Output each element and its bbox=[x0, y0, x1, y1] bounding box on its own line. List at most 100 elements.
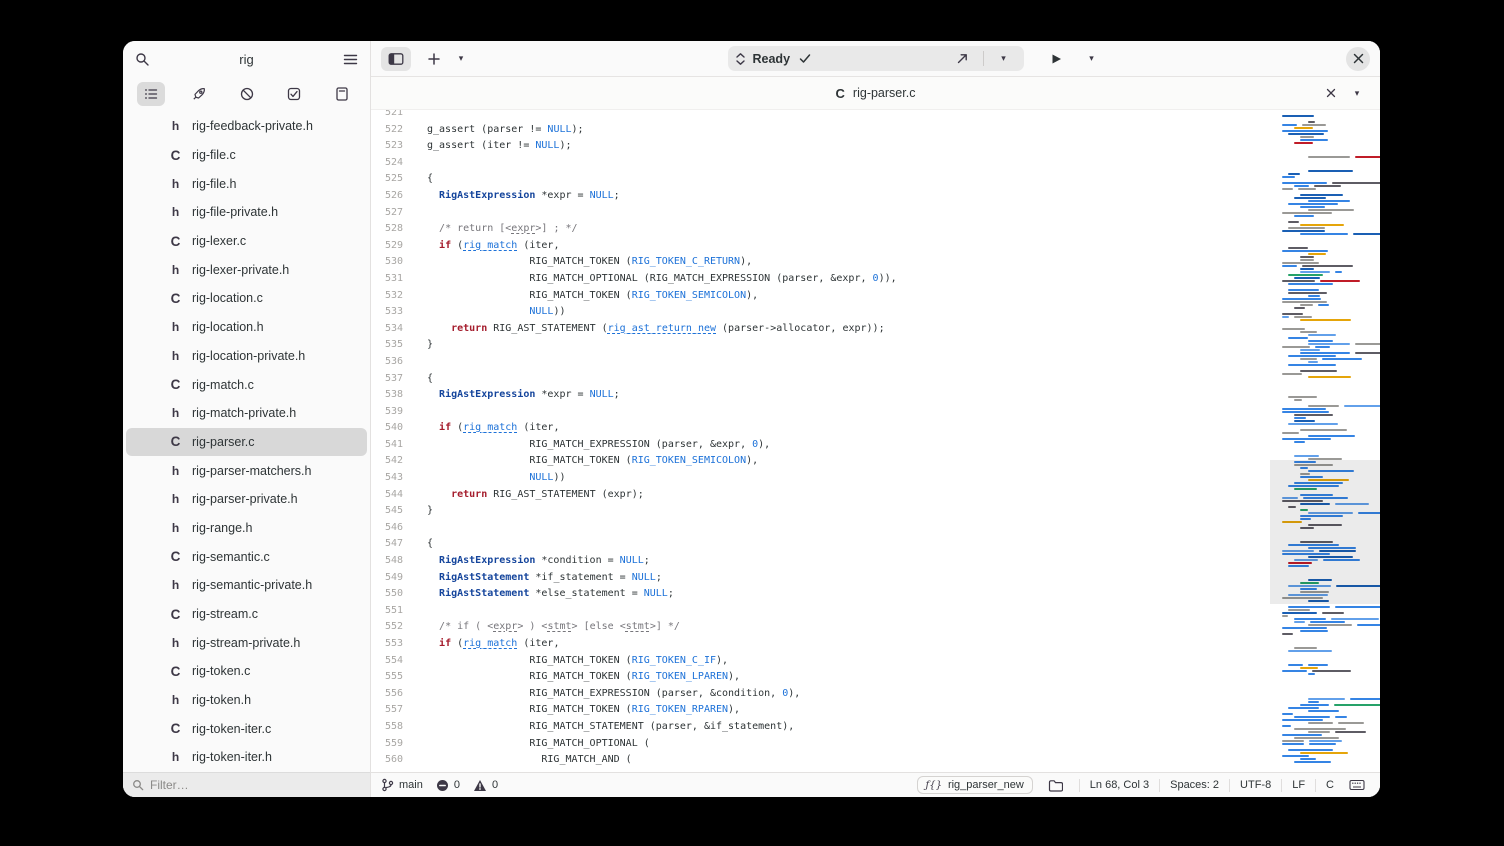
minimap-viewport[interactable] bbox=[1270, 460, 1380, 604]
error-count[interactable]: 0 bbox=[436, 779, 460, 792]
code-line[interactable]: 548 RigAstExpression *condition = NULL; bbox=[371, 553, 1270, 570]
play-icon[interactable] bbox=[1044, 47, 1070, 71]
line-number[interactable]: 531 bbox=[371, 271, 403, 288]
line-number[interactable]: 540 bbox=[371, 420, 403, 437]
line-number[interactable]: 528 bbox=[371, 221, 403, 238]
line-number[interactable]: 558 bbox=[371, 719, 403, 736]
file-list-item[interactable]: hrig-parser-matchers.h bbox=[123, 456, 370, 485]
code-line[interactable]: 543 NULL)) bbox=[371, 470, 1270, 487]
code-line[interactable]: 538 RigAstExpression *expr = NULL; bbox=[371, 387, 1270, 404]
file-list-item[interactable]: Crig-token-iter.c bbox=[123, 714, 370, 743]
code-line[interactable]: 521 bbox=[371, 110, 1270, 122]
line-number[interactable]: 536 bbox=[371, 354, 403, 371]
file-list-item[interactable]: hrig-file-private.h bbox=[123, 198, 370, 227]
code-line[interactable]: 528 /* return [<expr>] ; */ bbox=[371, 221, 1270, 238]
line-number[interactable]: 560 bbox=[371, 752, 403, 769]
chevron-down-icon[interactable]: ▾ bbox=[991, 47, 1017, 71]
search-icon[interactable] bbox=[135, 52, 150, 67]
code-line[interactable]: 541 RIG_MATCH_EXPRESSION (parser, &expr,… bbox=[371, 437, 1270, 454]
current-symbol-button[interactable]: ƒ{} rig_parser_new bbox=[917, 776, 1033, 794]
code-line[interactable]: 547{ bbox=[371, 536, 1270, 553]
toggle-sidebar-button[interactable] bbox=[381, 47, 411, 71]
code-line[interactable]: 539 bbox=[371, 404, 1270, 421]
chevron-down-icon[interactable]: ▾ bbox=[448, 47, 474, 71]
code-line[interactable]: 559 RIG_MATCH_OPTIONAL ( bbox=[371, 736, 1270, 753]
code-line[interactable]: 535} bbox=[371, 337, 1270, 354]
line-number[interactable]: 521 bbox=[371, 110, 403, 122]
encoding-setting[interactable]: UTF-8 bbox=[1240, 779, 1271, 791]
line-number[interactable]: 542 bbox=[371, 453, 403, 470]
code-line[interactable]: 556 RIG_MATCH_EXPRESSION (parser, &condi… bbox=[371, 686, 1270, 703]
code-line[interactable]: 527 bbox=[371, 205, 1270, 222]
code-line[interactable]: 551 bbox=[371, 603, 1270, 620]
line-number[interactable]: 522 bbox=[371, 122, 403, 139]
file-list-item[interactable]: hrig-feedback-private.h bbox=[123, 112, 370, 141]
file-list-item[interactable]: hrig-token-iter.h bbox=[123, 743, 370, 772]
line-number[interactable]: 534 bbox=[371, 321, 403, 338]
line-number[interactable]: 537 bbox=[371, 371, 403, 388]
cursor-position[interactable]: Ln 68, Col 3 bbox=[1090, 779, 1149, 791]
line-number[interactable]: 539 bbox=[371, 404, 403, 421]
line-number[interactable]: 546 bbox=[371, 520, 403, 537]
code-line[interactable]: 558 RIG_MATCH_STATEMENT (parser, &if_sta… bbox=[371, 719, 1270, 736]
code-line[interactable]: 542 RIG_MATCH_TOKEN (RIG_TOKEN_SEMICOLON… bbox=[371, 453, 1270, 470]
line-number[interactable]: 547 bbox=[371, 536, 403, 553]
line-number[interactable]: 533 bbox=[371, 304, 403, 321]
code-line[interactable]: 537{ bbox=[371, 371, 1270, 388]
file-list-item[interactable]: hrig-semantic-private.h bbox=[123, 571, 370, 600]
line-number[interactable]: 530 bbox=[371, 254, 403, 271]
line-number[interactable]: 554 bbox=[371, 653, 403, 670]
project-search-input[interactable]: rig bbox=[150, 52, 343, 67]
code-line[interactable]: 555 RIG_MATCH_TOKEN (RIG_TOKEN_LPAREN), bbox=[371, 669, 1270, 686]
panel-tab-todo[interactable] bbox=[280, 82, 308, 106]
code-line[interactable]: 522g_assert (parser != NULL); bbox=[371, 122, 1270, 139]
minimap[interactable] bbox=[1270, 110, 1380, 772]
code-line[interactable]: 560 RIG_MATCH_AND ( bbox=[371, 752, 1270, 769]
code-line[interactable]: 530 RIG_MATCH_TOKEN (RIG_TOKEN_C_RETURN)… bbox=[371, 254, 1270, 271]
file-list-item[interactable]: hrig-file.h bbox=[123, 169, 370, 198]
git-branch-indicator[interactable]: main bbox=[381, 778, 423, 792]
code-area[interactable]: 521522g_assert (parser != NULL);523g_ass… bbox=[371, 110, 1270, 772]
file-list-item[interactable]: hrig-lexer-private.h bbox=[123, 255, 370, 284]
line-number[interactable]: 544 bbox=[371, 487, 403, 504]
code-line[interactable]: 525{ bbox=[371, 171, 1270, 188]
line-number[interactable]: 538 bbox=[371, 387, 403, 404]
code-line[interactable]: 540 if (rig_match (iter, bbox=[371, 420, 1270, 437]
line-number[interactable]: 551 bbox=[371, 603, 403, 620]
folder-icon[interactable] bbox=[1043, 773, 1069, 797]
file-list-item[interactable]: Crig-match.c bbox=[123, 370, 370, 399]
code-line[interactable]: 532 RIG_MATCH_TOKEN (RIG_TOKEN_SEMICOLON… bbox=[371, 288, 1270, 305]
code-line[interactable]: 549 RigAstStatement *if_statement = NULL… bbox=[371, 570, 1270, 587]
tab-rig-parser[interactable]: C rig-parser.c bbox=[836, 86, 916, 101]
line-number[interactable]: 559 bbox=[371, 736, 403, 753]
code-line[interactable]: 544 return RIG_AST_STATEMENT (expr); bbox=[371, 487, 1270, 504]
code-line[interactable]: 554 RIG_MATCH_TOKEN (RIG_TOKEN_C_IF), bbox=[371, 653, 1270, 670]
language-setting[interactable]: C bbox=[1326, 779, 1334, 791]
file-list-item[interactable]: hrig-match-private.h bbox=[123, 399, 370, 428]
line-number[interactable]: 535 bbox=[371, 337, 403, 354]
line-number[interactable]: 548 bbox=[371, 553, 403, 570]
line-number[interactable]: 545 bbox=[371, 503, 403, 520]
code-line[interactable]: 523g_assert (iter != NULL); bbox=[371, 138, 1270, 155]
code-line[interactable]: 531 RIG_MATCH_OPTIONAL (RIG_MATCH_EXPRES… bbox=[371, 271, 1270, 288]
file-list-item[interactable]: Crig-semantic.c bbox=[123, 542, 370, 571]
keyboard-icon[interactable] bbox=[1344, 773, 1370, 797]
code-line[interactable]: 545} bbox=[371, 503, 1270, 520]
line-ending-setting[interactable]: LF bbox=[1292, 779, 1305, 791]
indentation-setting[interactable]: Spaces: 2 bbox=[1170, 779, 1219, 791]
line-number[interactable]: 525 bbox=[371, 171, 403, 188]
panel-tab-documentation[interactable] bbox=[328, 82, 356, 106]
panel-tab-diagnostics[interactable] bbox=[233, 82, 261, 106]
code-line[interactable]: 529 if (rig_match (iter, bbox=[371, 238, 1270, 255]
file-list-item[interactable]: hrig-range.h bbox=[123, 514, 370, 543]
line-number[interactable]: 555 bbox=[371, 669, 403, 686]
line-number[interactable]: 553 bbox=[371, 636, 403, 653]
file-list-item[interactable]: Crig-location.c bbox=[123, 284, 370, 313]
line-number[interactable]: 550 bbox=[371, 586, 403, 603]
line-number[interactable]: 549 bbox=[371, 570, 403, 587]
build-status-dropdown[interactable]: Ready ▾ bbox=[728, 46, 1024, 71]
line-number[interactable]: 543 bbox=[371, 470, 403, 487]
code-line[interactable]: 534 return RIG_AST_STATEMENT (rig_ast_re… bbox=[371, 321, 1270, 338]
file-list-item[interactable]: hrig-location-private.h bbox=[123, 342, 370, 371]
hamburger-menu-icon[interactable] bbox=[343, 53, 358, 66]
